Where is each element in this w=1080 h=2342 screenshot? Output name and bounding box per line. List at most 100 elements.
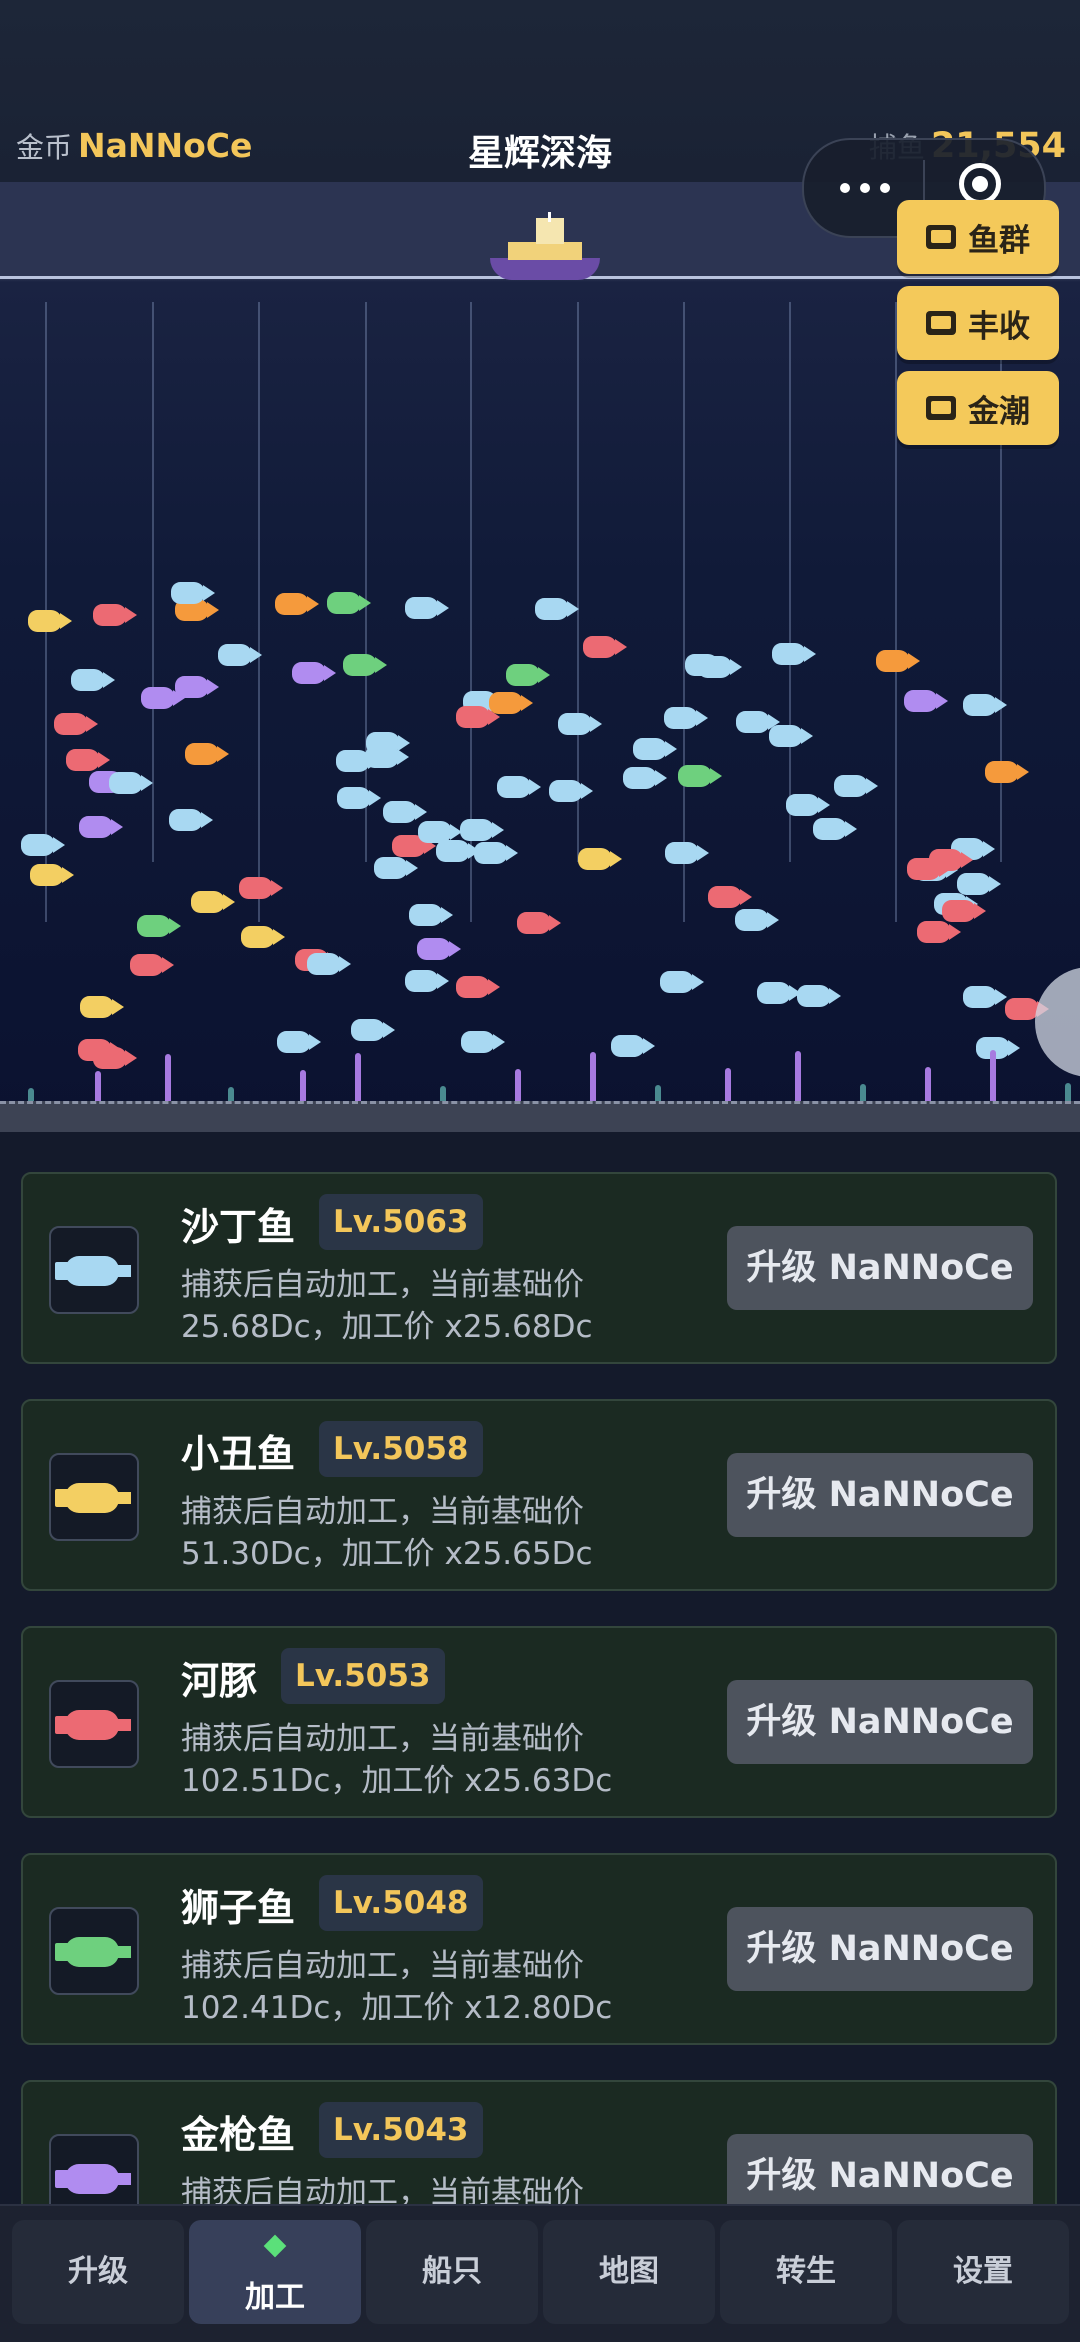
fish xyxy=(78,1039,122,1061)
fish xyxy=(337,787,381,809)
fish-card-pufferfish: 河豚 Lv.5053 捕获后自动加工，当前基础价 102.51Dc，加工价 x25… xyxy=(21,1626,1057,1818)
fish xyxy=(876,650,920,672)
fish xyxy=(307,953,351,975)
desc-line: 25.68Dc，加工价 x25.68Dc xyxy=(181,1309,593,1345)
desc-line: 捕获后自动加工，当前基础价 xyxy=(181,2175,584,2204)
fish-icon xyxy=(55,1710,131,1740)
upgrade-button[interactable]: 升级 NaNNoCe xyxy=(727,1453,1033,1537)
fish xyxy=(1005,998,1049,1020)
fishing-line xyxy=(258,302,260,922)
processing-list[interactable]: 沙丁鱼 Lv.5063 捕获后自动加工，当前基础价 25.68Dc，加工价 x25… xyxy=(0,1160,1080,2204)
fish xyxy=(578,848,622,870)
fishing-ship[interactable] xyxy=(490,212,600,292)
desc-line: 51.30Dc，加工价 x25.65Dc xyxy=(181,1536,593,1572)
fish xyxy=(786,794,830,816)
fish xyxy=(685,654,729,676)
fish xyxy=(275,593,319,615)
fish xyxy=(957,873,1001,895)
fish xyxy=(417,938,461,960)
upgrade-button[interactable]: 升级 NaNNoCe xyxy=(727,1680,1033,1764)
fish xyxy=(366,732,410,754)
fish xyxy=(623,767,667,789)
fish xyxy=(583,636,627,658)
fish xyxy=(633,738,677,760)
desc-line: 捕获后自动加工，当前基础价 xyxy=(181,1494,584,1530)
boost-button-fish-school[interactable]: 鱼群 xyxy=(897,200,1059,274)
fish xyxy=(405,970,449,992)
desc-line: 102.51Dc，加工价 x25.63Dc xyxy=(181,1763,613,1799)
fish xyxy=(171,582,215,604)
tab-settings[interactable]: 设置 xyxy=(897,2220,1069,2324)
boost-button-harvest[interactable]: 丰收 xyxy=(897,286,1059,360)
fish xyxy=(277,1031,321,1053)
fishing-line xyxy=(577,302,579,862)
seabed xyxy=(0,1101,1080,1132)
fish-card-lionfish: 狮子鱼 Lv.5048 捕获后自动加工，当前基础价 102.41Dc，加工价 x1… xyxy=(21,1853,1057,2045)
level-badge: Lv.5048 xyxy=(319,1875,483,1931)
tab-upgrade[interactable]: 升级 xyxy=(12,2220,184,2324)
fish xyxy=(218,644,262,666)
fish xyxy=(942,900,986,922)
fish-thumbnail xyxy=(49,2134,139,2204)
fish xyxy=(611,1035,655,1057)
fish xyxy=(327,592,371,614)
fish-icon xyxy=(55,2164,131,2194)
fish xyxy=(109,772,153,794)
boost-label: 金潮 xyxy=(968,393,1030,430)
fish xyxy=(963,986,1007,1008)
tab-map[interactable]: 地图 xyxy=(543,2220,715,2324)
fish-thumbnail xyxy=(49,1226,139,1314)
fish xyxy=(79,816,123,838)
fish-card-clownfish: 小丑鱼 Lv.5058 捕获后自动加工，当前基础价 51.30Dc，加工价 x25… xyxy=(21,1399,1057,1591)
boost-button-gold-tide[interactable]: 金潮 xyxy=(897,371,1059,445)
desc-line: 102.41Dc，加工价 x12.80Dc xyxy=(181,1990,613,2026)
upgrade-button[interactable]: 升级 NaNNoCe xyxy=(727,1907,1033,1991)
fish xyxy=(904,690,948,712)
upgrade-button[interactable]: 升级 NaNNoCe xyxy=(727,1226,1033,1310)
fish xyxy=(917,921,961,943)
close-target-icon[interactable] xyxy=(959,163,1001,205)
tab-ships[interactable]: 船只 xyxy=(366,2220,538,2324)
fish xyxy=(374,857,418,879)
fish xyxy=(460,819,504,841)
fish-thumbnail xyxy=(49,1907,139,1995)
fish xyxy=(185,743,229,765)
floating-avatar-button[interactable] xyxy=(1035,967,1080,1077)
fish xyxy=(30,864,74,886)
fish xyxy=(137,915,181,937)
active-diamond-icon xyxy=(263,2234,287,2258)
fish xyxy=(834,775,878,797)
tab-processing[interactable]: 加工 xyxy=(189,2220,361,2324)
tab-rebirth[interactable]: 转生 xyxy=(720,2220,892,2324)
bottom-nav: 升级 加工 船只 地图 转生 设置 xyxy=(0,2204,1080,2342)
fish xyxy=(239,877,283,899)
fish xyxy=(21,834,65,856)
tv-icon xyxy=(926,311,956,335)
fish-description: 捕获后自动加工，当前基础价 102.51Dc，加工价 x25.63Dc xyxy=(181,1718,621,1802)
fish xyxy=(517,912,561,934)
tab-label: 加工 xyxy=(245,2280,305,2315)
tv-icon xyxy=(926,396,956,420)
fish xyxy=(80,996,124,1018)
fishing-line xyxy=(365,302,367,862)
fish-card-sardine: 沙丁鱼 Lv.5063 捕获后自动加工，当前基础价 25.68Dc，加工价 x25… xyxy=(21,1172,1057,1364)
fish xyxy=(665,842,709,864)
level-badge: Lv.5053 xyxy=(281,1648,445,1704)
fish xyxy=(929,849,973,871)
fish-thumbnail xyxy=(49,1680,139,1768)
fishing-line xyxy=(789,302,791,862)
fish xyxy=(678,765,722,787)
upgrade-button[interactable]: 升级 NaNNoCe xyxy=(727,2134,1033,2204)
fish xyxy=(549,780,593,802)
fish xyxy=(461,1031,505,1053)
fish xyxy=(351,1019,395,1041)
fish xyxy=(71,669,115,691)
fish xyxy=(405,597,449,619)
desc-line: 捕获后自动加工，当前基础价 xyxy=(181,1721,584,1757)
fish xyxy=(130,954,174,976)
fish xyxy=(708,886,752,908)
fish-name: 金枪鱼 xyxy=(181,2113,296,2157)
fish xyxy=(418,821,462,843)
fish xyxy=(292,662,336,684)
fish xyxy=(191,891,235,913)
